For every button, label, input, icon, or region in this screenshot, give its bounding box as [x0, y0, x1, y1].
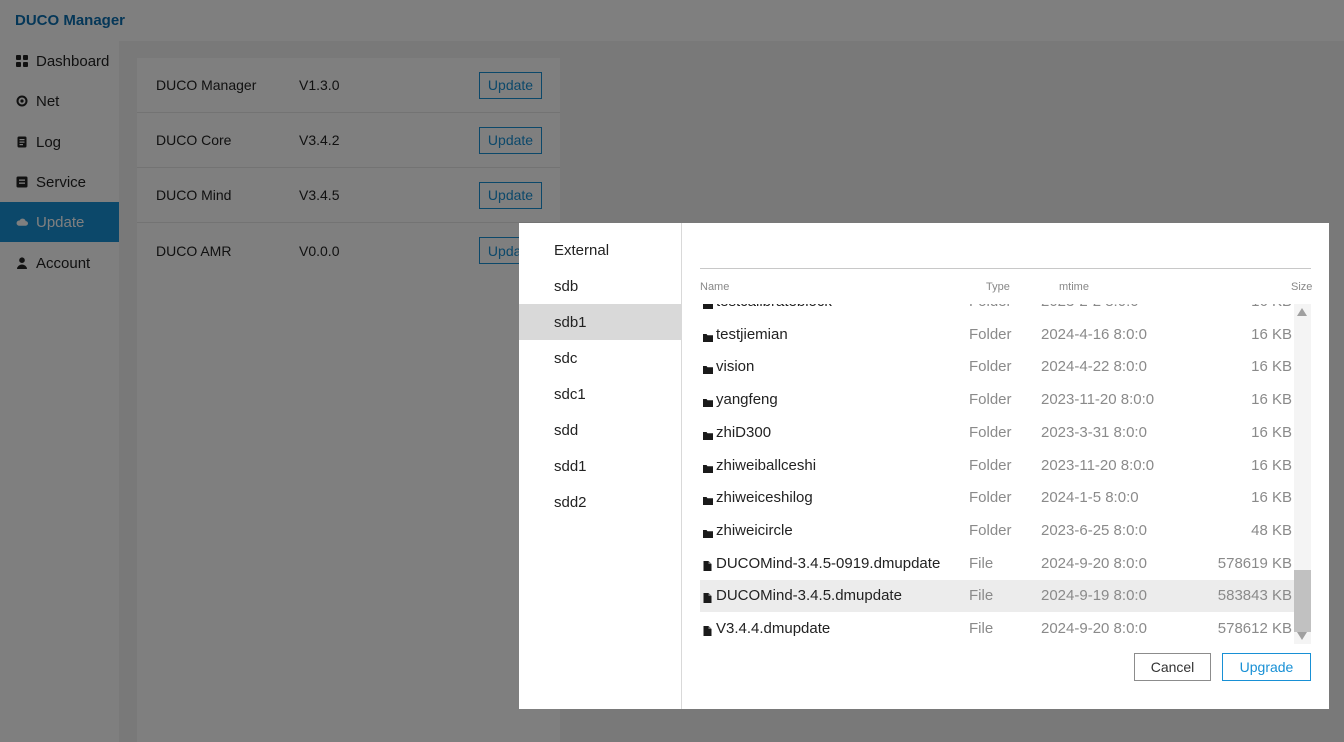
folder-row[interactable]: zhiweicircle Folder 2023-6-25 8:0:0 48 KB: [700, 515, 1294, 547]
file-size: 578619 KB: [1217, 554, 1292, 572]
file-size: 16 KB: [1251, 358, 1292, 376]
drive-item[interactable]: sdd2: [519, 484, 681, 520]
folder-row[interactable]: yangfeng Folder 2023-11-20 8:0:0 16 KB: [700, 384, 1294, 416]
file-type: Folder: [969, 489, 1012, 507]
file-size: 583843 KB: [1217, 587, 1292, 605]
file-size: 16 KB: [1251, 304, 1292, 310]
file-name: testcalibrateblock: [716, 304, 832, 310]
file-row[interactable]: V3.4.4.dmupdate File 2024-9-20 8:0:0 578612…: [700, 613, 1294, 644]
file-name: V3.4.4.dmupdate: [716, 620, 831, 637]
cancel-button[interactable]: Cancel: [1134, 653, 1211, 681]
file-size: 16 KB: [1251, 423, 1292, 441]
file-mtime: 2024-4-16 8:0:0: [1041, 325, 1147, 343]
folder-icon: [703, 492, 713, 506]
folder-row[interactable]: zhiD300 Folder 2023-3-31 8:0:0 16 KB: [700, 417, 1294, 449]
file-size: 16 KB: [1251, 456, 1292, 474]
drive-item-selected[interactable]: sdb1: [519, 304, 681, 340]
scrollbar[interactable]: [1294, 304, 1311, 644]
file-name: DUCOMind-3.4.5.dmupdate: [716, 587, 902, 605]
drive-item[interactable]: sdd1: [519, 448, 681, 484]
upgrade-button[interactable]: Upgrade: [1222, 653, 1311, 681]
file-row[interactable]: DUCOMind-3.4.5-0919.dmupdate File 2024-9-2…: [700, 548, 1294, 580]
scroll-down-arrow-icon[interactable]: [1297, 632, 1307, 640]
folder-icon: [703, 304, 713, 309]
file-name: yangfeng: [716, 391, 778, 409]
column-header-name[interactable]: Name: [700, 281, 729, 293]
path-divider: [700, 268, 1311, 269]
file-picker-dialog: External sdb sdb1 sdc sdc1 sdd sdd1 sdd2…: [519, 223, 1329, 709]
drive-item[interactable]: sdc1: [519, 376, 681, 412]
drive-item[interactable]: External: [519, 232, 681, 268]
drive-item[interactable]: sdb: [519, 268, 681, 304]
drive-item[interactable]: sdd: [519, 412, 681, 448]
file-size: 16 KB: [1251, 325, 1292, 343]
file-type: Folder: [969, 358, 1012, 376]
column-header-type[interactable]: Type: [986, 281, 1010, 293]
file-mtime: 2023-2-2 8:0:0: [1041, 304, 1139, 310]
file-type: File: [969, 620, 994, 637]
folder-row[interactable]: testcalibrateblock Folder 2023-2-2 8:0:0 16…: [700, 304, 1294, 318]
file-type: File: [969, 554, 994, 572]
file-name: zhiD300: [716, 423, 772, 441]
file-type: File: [969, 587, 994, 605]
file-size: 48 KB: [1251, 521, 1292, 539]
file-name: zhiweiceshilog: [716, 489, 813, 507]
folder-icon: [703, 329, 713, 342]
file-size: 16 KB: [1251, 391, 1292, 409]
file-type: Folder: [969, 304, 1012, 310]
scrollbar-thumb[interactable]: [1294, 570, 1311, 632]
file-name: zhiweiballceshi: [716, 456, 817, 474]
file-type: Folder: [969, 391, 1012, 409]
folder-icon: [703, 427, 713, 440]
file-size: 16 KB: [1251, 489, 1292, 507]
column-header-size[interactable]: Size: [1291, 281, 1312, 293]
scroll-up-arrow-icon[interactable]: [1297, 308, 1307, 316]
file-type: Folder: [969, 456, 1012, 474]
file-name: zhiweicircle: [716, 521, 793, 539]
file-size: 578612 KB: [1217, 620, 1292, 637]
file-mtime: 2023-3-31 8:0:0: [1041, 423, 1147, 441]
folder-icon: [703, 525, 713, 538]
file-type: Folder: [969, 325, 1012, 343]
column-header-mtime[interactable]: mtime: [1059, 281, 1089, 293]
file-mtime: 2024-1-5 8:0:0: [1041, 489, 1139, 507]
folder-row[interactable]: testjiemian Folder 2024-4-16 8:0:0 16 KB: [700, 319, 1294, 351]
folder-row[interactable]: vision Folder 2024-4-22 8:0:0 16 KB: [700, 351, 1294, 383]
file-mtime: 2024-9-19 8:0:0: [1041, 587, 1147, 605]
file-name: testjiemian: [716, 325, 788, 343]
folder-icon: [703, 460, 713, 473]
drive-list: External sdb sdb1 sdc sdc1 sdd sdd1 sdd2: [519, 223, 682, 709]
file-type: Folder: [969, 423, 1012, 441]
drive-item[interactable]: sdc: [519, 340, 681, 376]
file-name: vision: [716, 358, 755, 376]
file-icon: [703, 590, 713, 604]
folder-icon: [703, 394, 713, 408]
file-icon: [703, 558, 713, 571]
file-type: Folder: [969, 521, 1012, 539]
file-name: DUCOMind-3.4.5-0919.dmupdate: [716, 554, 941, 572]
folder-row[interactable]: zhiweiceshilog Folder 2024-1-5 8:0:0 16 KB: [700, 482, 1294, 514]
file-icon: [703, 623, 713, 636]
folder-row[interactable]: zhiweiballceshi Folder 2023-11-20 8:0:0 16 …: [700, 450, 1294, 482]
file-mtime: 2023-11-20 8:0:0: [1041, 391, 1155, 409]
file-mtime: 2023-11-20 8:0:0: [1041, 456, 1155, 474]
file-mtime: 2024-9-20 8:0:0: [1041, 620, 1147, 637]
file-row[interactable]: DUCOMind-3.4.5.dmupdate File 2024-9-19 8:0…: [700, 580, 1294, 613]
file-mtime: 2023-6-25 8:0:0: [1041, 521, 1147, 539]
file-mtime: 2024-9-20 8:0:0: [1041, 554, 1147, 572]
file-list: testcalibrateblock Folder 2023-2-2 8:0:0 16…: [700, 304, 1294, 644]
folder-icon: [703, 361, 713, 375]
file-mtime: 2024-4-22 8:0:0: [1041, 358, 1147, 376]
